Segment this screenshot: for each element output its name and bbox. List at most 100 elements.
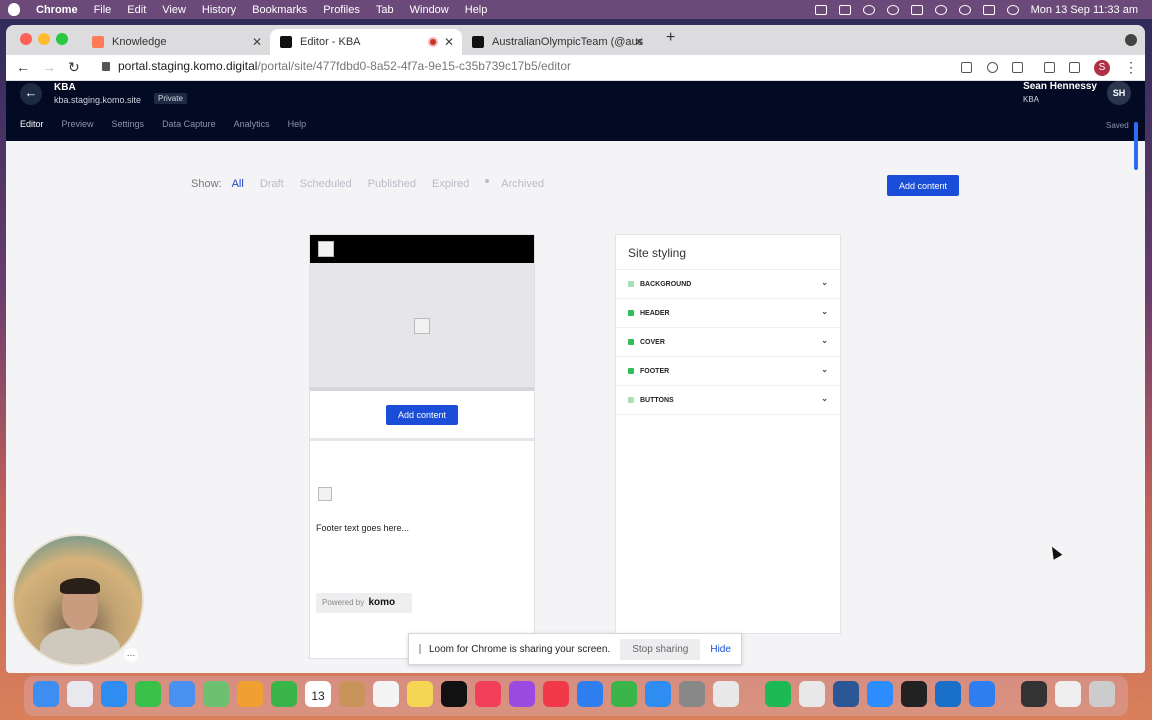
word-icon[interactable] (833, 681, 859, 707)
siri-icon[interactable] (1006, 4, 1019, 15)
styling-section-cover[interactable]: COVER ⌄ (616, 328, 840, 357)
tab-editor-kba[interactable]: Editor - KBA ✕ (270, 29, 462, 55)
camera-in-use-icon[interactable] (961, 62, 972, 73)
zoom-magnifier-icon[interactable] (987, 62, 998, 73)
tab-knowledge[interactable]: Knowledge ✕ (82, 29, 270, 55)
wifi-icon[interactable] (934, 4, 947, 15)
add-content-button[interactable]: Add content (887, 175, 959, 196)
nav-help[interactable]: Help (288, 119, 307, 129)
contacts-icon[interactable] (339, 681, 365, 707)
address-bar[interactable]: portal.staging.komo.digital/portal/site/… (102, 59, 571, 73)
downloads-stack-icon[interactable] (1055, 681, 1081, 707)
spotify-icon[interactable] (765, 681, 791, 707)
site-url[interactable]: kba.staging.komo.site (54, 95, 141, 105)
facetime-icon[interactable] (271, 681, 297, 707)
menu-tab[interactable]: Tab (376, 4, 394, 16)
apple-tv-icon[interactable] (441, 681, 467, 707)
dropbox-icon[interactable] (814, 4, 827, 15)
messages-icon[interactable] (135, 681, 161, 707)
app-store-icon[interactable] (645, 681, 671, 707)
preview-footer[interactable]: Footer text goes here... Powered by komo (310, 441, 534, 658)
scrollbar-thumb[interactable] (1134, 122, 1138, 170)
menu-profiles[interactable]: Profiles (323, 4, 360, 16)
close-tab-icon[interactable]: ✕ (634, 35, 644, 49)
forward-arrow-icon[interactable]: → (42, 59, 56, 75)
back-button[interactable]: ← (20, 83, 42, 105)
sync-icon[interactable] (862, 4, 875, 15)
styling-section-background[interactable]: BACKGROUND ⌄ (616, 270, 840, 299)
preview-add-content-button[interactable]: Add content (386, 405, 458, 425)
tab-search-icon[interactable] (1125, 34, 1137, 46)
reload-icon[interactable]: ↻ (68, 59, 80, 76)
photos-icon[interactable] (237, 681, 263, 707)
menu-history[interactable]: History (202, 4, 236, 16)
apple-menu-icon[interactable] (8, 3, 20, 16)
menu-file[interactable]: File (94, 4, 112, 16)
menu-window[interactable]: Window (410, 4, 449, 16)
filter-all[interactable]: All (232, 178, 244, 190)
close-tab-icon[interactable]: ✕ (252, 35, 262, 49)
news-icon[interactable] (543, 681, 569, 707)
zoom-window-icon[interactable] (56, 33, 68, 45)
keynote-icon[interactable] (577, 681, 603, 707)
drag-handle-icon[interactable] (419, 644, 421, 654)
spotlight-search-icon[interactable] (958, 4, 971, 15)
back-arrow-icon[interactable]: ← (16, 59, 30, 75)
music-icon[interactable] (475, 681, 501, 707)
reminders-icon[interactable] (373, 681, 399, 707)
mail-icon[interactable] (169, 681, 195, 707)
nav-preview[interactable]: Preview (62, 119, 94, 129)
control-center-icon[interactable] (982, 4, 995, 15)
chrome-menu-icon[interactable]: ⋮ (1124, 59, 1138, 76)
bookmark-star-icon[interactable] (1012, 62, 1023, 73)
slack-icon[interactable] (799, 681, 825, 707)
page-preview[interactable]: Add content Footer text goes here... Pow… (309, 234, 535, 659)
menu-bookmarks[interactable]: Bookmarks (252, 4, 307, 16)
close-window-icon[interactable] (20, 33, 32, 45)
filter-scheduled[interactable]: Scheduled (300, 178, 352, 190)
user-avatar[interactable]: SH (1107, 81, 1131, 105)
powered-by-badge[interactable]: Powered by komo (316, 593, 412, 613)
profile-avatar[interactable]: S (1094, 60, 1110, 76)
preview-cover[interactable] (310, 263, 534, 391)
menubar-clock[interactable]: Mon 13 Sep 11:33 am (1031, 4, 1138, 16)
minimize-window-icon[interactable] (38, 33, 50, 45)
filter-archived[interactable]: Archived (501, 178, 544, 190)
screen-record-icon[interactable] (838, 4, 851, 15)
styling-section-header[interactable]: HEADER ⌄ (616, 299, 840, 328)
dropbox-dock-icon[interactable] (969, 681, 995, 707)
hide-button[interactable]: Hide (710, 644, 731, 655)
calendar-icon[interactable]: 13 (305, 681, 331, 707)
chrome-icon[interactable] (713, 681, 739, 707)
preview-header[interactable] (310, 235, 534, 263)
menu-edit[interactable]: Edit (127, 4, 146, 16)
finder-icon[interactable] (33, 681, 59, 707)
menu-help[interactable]: Help (465, 4, 488, 16)
new-tab-icon[interactable]: + (666, 29, 675, 47)
styling-section-buttons[interactable]: BUTTONS ⌄ (616, 386, 840, 415)
styling-section-footer[interactable]: FOOTER ⌄ (616, 357, 840, 386)
figma-icon[interactable] (901, 681, 927, 707)
podcasts-icon[interactable] (509, 681, 535, 707)
webcam-bubble[interactable] (12, 534, 144, 666)
safari-icon[interactable] (101, 681, 127, 707)
notes-icon[interactable] (407, 681, 433, 707)
menu-view[interactable]: View (162, 4, 186, 16)
filter-expired[interactable]: Expired (432, 178, 469, 190)
tab-tiktok[interactable]: AustralianOlympicTeam (@aus ✕ (462, 29, 652, 55)
nav-settings[interactable]: Settings (112, 119, 145, 129)
outlook-icon[interactable] (935, 681, 961, 707)
filter-draft[interactable]: Draft (260, 178, 284, 190)
battery-icon[interactable] (910, 4, 923, 15)
webcam-options-icon[interactable]: … (124, 648, 138, 662)
play-icon[interactable] (886, 4, 899, 15)
stop-sharing-button[interactable]: Stop sharing (620, 638, 701, 660)
filter-published[interactable]: Published (368, 178, 416, 190)
nav-data-capture[interactable]: Data Capture (162, 119, 216, 129)
extensions-puzzle-icon[interactable] (1044, 62, 1055, 73)
close-tab-icon[interactable]: ✕ (444, 35, 454, 49)
maps-icon[interactable] (203, 681, 229, 707)
zoom-app-icon[interactable] (867, 681, 893, 707)
nav-editor[interactable]: Editor (20, 119, 44, 143)
system-preferences-icon[interactable] (679, 681, 705, 707)
